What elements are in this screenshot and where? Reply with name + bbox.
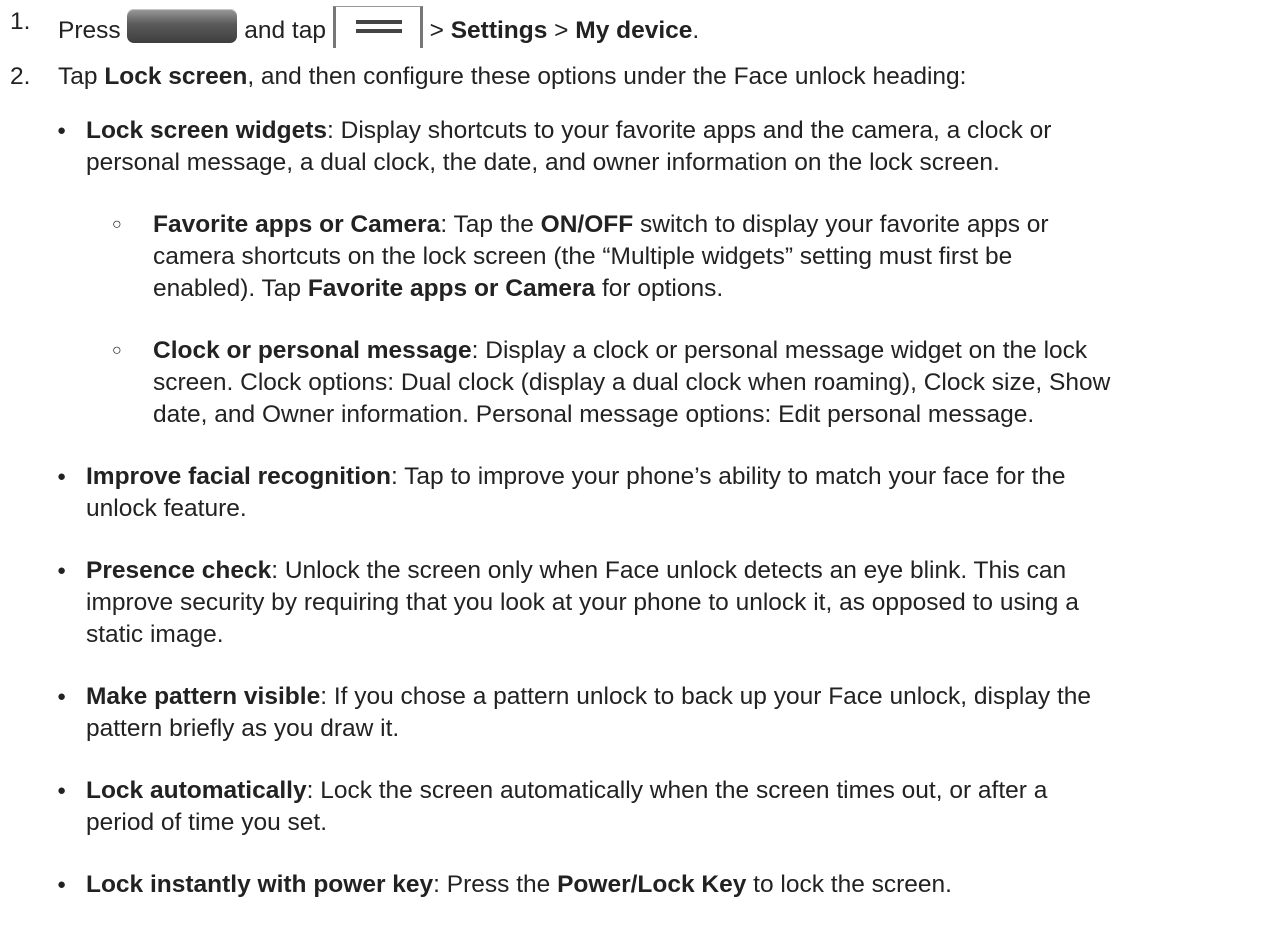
step-number-2: 2. — [10, 63, 31, 90]
step-1-sep2: > — [547, 17, 576, 44]
item-text: for options. — [595, 275, 724, 302]
list-item-lock-instantly: Lock instantly with power key: Press the… — [86, 869, 1251, 901]
list-item-lock-automatically: Lock automatically: Lock the screen auto… — [86, 775, 1251, 839]
step-1-end: . — [692, 17, 700, 44]
item-text: : If you chose a pattern unlock to back … — [320, 683, 1092, 710]
item-title: Favorite apps or Camera — [307, 275, 596, 302]
home-button-icon — [127, 9, 238, 43]
menu-icon — [332, 6, 423, 48]
list-item-presence-check: Presence check: Unlock the screen only w… — [86, 555, 1251, 651]
item-text: improve security by requiring that you l… — [86, 589, 1079, 616]
step-2-rest: , and then configure these options under… — [247, 63, 967, 90]
item-text: date, and Owner information. Personal me… — [153, 401, 1035, 428]
step-2-tap: Tap — [58, 63, 105, 90]
item-text: static image. — [86, 621, 224, 648]
bullet: ● — [57, 562, 67, 579]
power-key-label: Power/Lock Key — [557, 871, 747, 898]
bullet: ● — [57, 688, 67, 705]
item-title: Presence check — [86, 557, 272, 584]
item-text: switch to display your favorite apps or — [633, 211, 1049, 238]
list-item-clock-message: Clock or personal message: Display a clo… — [153, 335, 1253, 431]
step-1-text: Press and tap > Settings > My device. — [58, 6, 1248, 48]
item-text: camera shortcuts on the lock screen (the… — [153, 243, 1013, 270]
item-text: screen. Clock options: Dual clock (displ… — [153, 369, 1111, 396]
item-title: Make pattern visible — [86, 683, 321, 710]
item-text: period of time you set. — [86, 809, 328, 836]
lock-screen-label: Lock screen — [104, 63, 248, 90]
onoff-label: ON/OFF — [540, 211, 634, 238]
item-text: pattern briefly as you draw it. — [86, 715, 400, 742]
item-text: : Lock the screen automatically when the… — [306, 777, 1048, 804]
list-item-facial-recognition: Improve facial recognition: Tap to impro… — [86, 461, 1251, 525]
item-text: enabled). Tap — [153, 275, 308, 302]
item-text: personal message, a dual clock, the date… — [86, 149, 1000, 176]
step-1-sep: > — [422, 17, 451, 44]
settings-label: Settings — [450, 17, 548, 44]
step-1-and-tap: and tap — [237, 17, 333, 44]
item-title: Improve facial recognition — [86, 463, 391, 490]
list-item-pattern-visible: Make pattern visible: If you chose a pat… — [86, 681, 1251, 745]
step-1-press: Press — [58, 17, 128, 44]
sub-bullet: ○ — [112, 216, 122, 233]
list-item-favorite-apps: Favorite apps or Camera: Tap the ON/OFF … — [153, 209, 1253, 305]
item-text: : Display shortcuts to your favorite app… — [327, 117, 1052, 144]
bullet: ● — [57, 468, 67, 485]
item-title: Clock or personal message — [153, 337, 472, 364]
list-item-lock-widgets: Lock screen widgets: Display shortcuts t… — [86, 115, 1251, 179]
item-title: Favorite apps or Camera — [153, 211, 441, 238]
item-title: Lock instantly with power key — [86, 871, 434, 898]
item-title: Lock automatically — [86, 777, 307, 804]
item-text: unlock feature. — [86, 495, 247, 522]
bullet: ● — [57, 122, 67, 139]
item-text: : Press the — [433, 871, 558, 898]
item-text: : Unlock the screen only when Face unloc… — [271, 557, 1067, 584]
item-text: : Tap the — [440, 211, 541, 238]
item-text: : Display a clock or personal message wi… — [471, 337, 1088, 364]
item-title: Lock screen widgets — [86, 117, 328, 144]
bullet: ● — [57, 876, 67, 893]
my-device-label: My device — [575, 17, 693, 44]
sub-bullet: ○ — [112, 342, 122, 359]
item-text: : Tap to improve your phone’s ability to… — [390, 463, 1066, 490]
step-2-text: Tap Lock screen, and then configure thes… — [58, 61, 1248, 93]
step-number-1: 1. — [10, 8, 31, 35]
item-text: to lock the screen. — [746, 871, 952, 898]
document: 1. Press and tap > Settings > My device.… — [0, 0, 1261, 951]
bullet: ● — [57, 782, 67, 799]
